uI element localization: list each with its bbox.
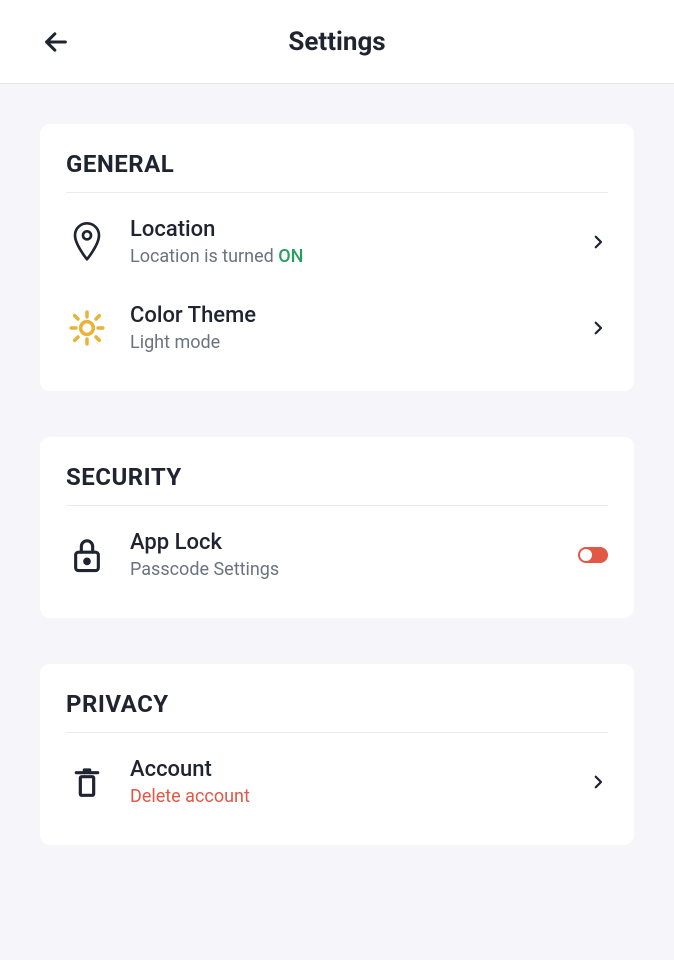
section-privacy: PRIVACY Account Delete account [40,664,634,845]
location-subtitle: Location is turned ON [130,246,588,267]
page-title: Settings [38,27,636,57]
chevron-right-icon [588,232,608,252]
section-title-general: GENERAL [66,150,608,178]
location-pin-icon [66,221,108,263]
divider [66,192,608,193]
divider [66,505,608,506]
row-text: Color Theme Light mode [130,303,588,353]
row-location[interactable]: Location Location is turned ON [66,199,608,285]
arrow-left-icon [42,28,70,56]
divider [66,732,608,733]
theme-subtitle: Light mode [130,332,588,353]
back-button[interactable] [38,24,74,60]
applock-subtitle: Passcode Settings [130,559,578,580]
lock-icon [66,534,108,576]
row-account[interactable]: Account Delete account [66,739,608,825]
row-theme[interactable]: Color Theme Light mode [66,285,608,371]
location-sub-state: ON [278,246,303,267]
row-text: App Lock Passcode Settings [130,530,578,580]
header: Settings [0,0,674,84]
chevron-right-icon [588,772,608,792]
account-subtitle: Delete account [130,786,588,807]
section-title-security: SECURITY [66,463,608,491]
theme-title: Color Theme [130,303,588,328]
section-title-privacy: PRIVACY [66,690,608,718]
section-security: SECURITY App Lock Passcode Settings [40,437,634,618]
row-applock[interactable]: App Lock Passcode Settings [66,512,608,598]
applock-title: App Lock [130,530,578,555]
location-sub-prefix: Location is turned [130,246,278,267]
row-text: Location Location is turned ON [130,217,588,267]
account-title: Account [130,757,588,782]
sun-icon [66,307,108,349]
section-general: GENERAL Location Location is turned ON [40,124,634,391]
location-title: Location [130,217,588,242]
trash-icon [66,761,108,803]
row-text: Account Delete account [130,757,588,807]
content: GENERAL Location Location is turned ON [0,84,674,931]
applock-toggle[interactable] [578,547,608,563]
chevron-right-icon [588,318,608,338]
